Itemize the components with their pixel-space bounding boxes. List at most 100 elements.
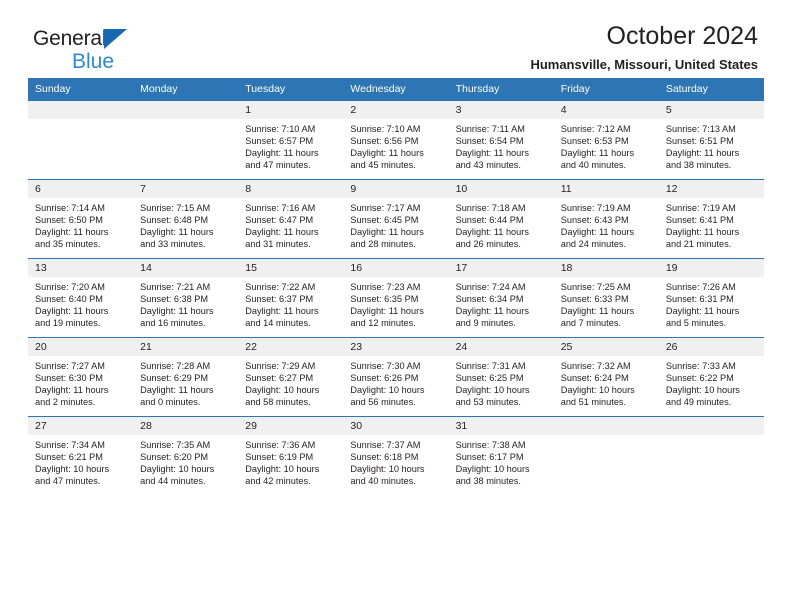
daylight-text-line2: and 51 minutes. [560, 397, 627, 408]
day-number: 15 [238, 259, 344, 277]
daylight-text-line1: Daylight: 11 hours [665, 227, 740, 238]
calendar-day-cell[interactable]: 9 Sunrise: 7:17 AM Sunset: 6:45 PM Daylight… [343, 179, 449, 259]
calendar-body: 1 Sunrise: 7:10 AM Sunset: 6:57 PM Daylight… [28, 100, 764, 495]
calendar-day-cell[interactable]: 13 Sunrise: 7:20 AM Sunset: 6:40 PM Dayligh… [28, 258, 134, 338]
sunrise-text: Sunrise: 7:14 AM [35, 203, 105, 213]
day-details: Sunrise: 7:10 AM Sunset: 6:57 PM Daylight:… [238, 119, 343, 171]
daylight-text-line1: Daylight: 11 hours [560, 227, 635, 238]
day-number: 30 [343, 417, 449, 435]
calendar-day-cell[interactable]: 24 Sunrise: 7:31 AM Sunset: 6:25 PM Dayligh… [448, 337, 554, 417]
daylight-text-line2: and 45 minutes. [350, 160, 416, 171]
calendar-day-cell[interactable]: 28 Sunrise: 7:35 AM Sunset: 6:20 PM Dayligh… [133, 416, 239, 495]
daylight-text-line2: and 26 minutes. [455, 239, 521, 250]
daylight-text-line1: Daylight: 11 hours [350, 306, 424, 317]
calendar-day-cell[interactable]: 23 Sunrise: 7:30 AM Sunset: 6:26 PM Dayligh… [343, 337, 449, 417]
calendar-day-cell[interactable]: 11 Sunrise: 7:19 AM Sunset: 6:43 PM Dayligh… [553, 179, 659, 259]
sunset-text: Sunset: 6:25 PM [455, 373, 524, 384]
calendar-day-cell[interactable]: 14 Sunrise: 7:21 AM Sunset: 6:38 PM Dayligh… [133, 258, 239, 338]
daylight-text-line2: and 2 minutes. [35, 397, 96, 408]
calendar-day-cell-empty [28, 100, 134, 180]
day-number: 11 [553, 180, 659, 198]
day-number: 25 [553, 338, 659, 356]
calendar-day-cell[interactable]: 30 Sunrise: 7:37 AM Sunset: 6:18 PM Dayligh… [343, 416, 449, 495]
day-number: 19 [658, 259, 764, 277]
sunset-text: Sunset: 6:30 PM [35, 373, 103, 384]
sunrise-text: Sunrise: 7:38 AM [455, 440, 526, 450]
calendar-day-cell[interactable]: 12 Sunrise: 7:19 AM Sunset: 6:41 PM Dayligh… [658, 179, 764, 259]
sunrise-text: Sunrise: 7:36 AM [245, 440, 316, 450]
daylight-text-line2: and 43 minutes. [455, 160, 521, 171]
calendar-day-cell[interactable]: 29 Sunrise: 7:36 AM Sunset: 6:19 PM Dayligh… [238, 416, 344, 495]
sunset-text: Sunset: 6:19 PM [245, 452, 314, 463]
weekday-header-sunday: Sunday [28, 78, 134, 101]
daylight-text-line1: Daylight: 10 hours [560, 385, 635, 396]
sunrise-text: Sunrise: 7:20 AM [35, 282, 105, 292]
daylight-text-line1: Daylight: 11 hours [350, 227, 424, 238]
day-details: Sunrise: 7:27 AM Sunset: 6:30 PM Daylight:… [28, 356, 133, 408]
daylight-text-line2: and 24 minutes. [560, 239, 627, 250]
calendar-day-cell[interactable]: 18 Sunrise: 7:25 AM Sunset: 6:33 PM Dayligh… [553, 258, 659, 338]
day-number: 13 [28, 259, 134, 277]
calendar-week-row: 27 Sunrise: 7:34 AM Sunset: 6:21 PM Dayligh… [28, 416, 764, 495]
sunrise-text: Sunrise: 7:12 AM [560, 124, 631, 134]
sunrise-text: Sunrise: 7:24 AM [455, 282, 526, 292]
day-details: Sunrise: 7:32 AM Sunset: 6:24 PM Daylight:… [554, 356, 659, 408]
calendar-day-cell[interactable]: 7 Sunrise: 7:15 AM Sunset: 6:48 PM Daylight… [133, 179, 239, 259]
calendar-day-cell[interactable]: 21 Sunrise: 7:28 AM Sunset: 6:29 PM Dayligh… [133, 337, 239, 417]
sunset-text: Sunset: 6:54 PM [455, 136, 524, 147]
day-number: 16 [343, 259, 449, 277]
calendar-day-cell[interactable]: 4 Sunrise: 7:12 AM Sunset: 6:53 PM Daylight… [553, 100, 659, 180]
calendar-day-cell[interactable]: 17 Sunrise: 7:24 AM Sunset: 6:34 PM Dayligh… [448, 258, 554, 338]
daylight-text-line2: and 35 minutes. [35, 239, 101, 250]
daylight-text-line1: Daylight: 11 hours [140, 227, 214, 238]
calendar-day-cell[interactable]: 26 Sunrise: 7:33 AM Sunset: 6:22 PM Dayligh… [658, 337, 764, 417]
calendar-week-row: 6 Sunrise: 7:14 AM Sunset: 6:50 PM Daylight… [28, 179, 764, 259]
daylight-text-line1: Daylight: 10 hours [350, 385, 425, 396]
sunset-text: Sunset: 6:22 PM [665, 373, 734, 384]
daylight-text-line2: and 44 minutes. [140, 476, 206, 487]
calendar-day-cell[interactable]: 2 Sunrise: 7:10 AM Sunset: 6:56 PM Daylight… [343, 100, 449, 180]
calendar-day-cell[interactable]: 5 Sunrise: 7:13 AM Sunset: 6:51 PM Daylight… [658, 100, 764, 180]
calendar-day-cell[interactable]: 22 Sunrise: 7:29 AM Sunset: 6:27 PM Dayligh… [238, 337, 344, 417]
day-number: 1 [238, 101, 344, 119]
calendar-day-cell[interactable]: 3 Sunrise: 7:11 AM Sunset: 6:54 PM Daylight… [448, 100, 554, 180]
general-blue-logo[interactable]: General Blue [33, 28, 213, 80]
calendar-day-cell-empty [658, 416, 764, 495]
daylight-text-line2: and 31 minutes. [245, 239, 311, 250]
sunset-text: Sunset: 6:20 PM [140, 452, 209, 463]
calendar-day-cell[interactable]: 6 Sunrise: 7:14 AM Sunset: 6:50 PM Daylight… [28, 179, 134, 259]
calendar-day-cell[interactable]: 15 Sunrise: 7:22 AM Sunset: 6:37 PM Dayligh… [238, 258, 344, 338]
day-number [658, 417, 764, 435]
sunrise-text: Sunrise: 7:34 AM [35, 440, 105, 450]
calendar-day-cell[interactable]: 10 Sunrise: 7:18 AM Sunset: 6:44 PM Dayligh… [448, 179, 554, 259]
daylight-text-line1: Daylight: 10 hours [245, 385, 320, 396]
day-details: Sunrise: 7:33 AM Sunset: 6:22 PM Daylight:… [659, 356, 764, 408]
sunset-text: Sunset: 6:18 PM [350, 452, 419, 463]
sunset-text: Sunset: 6:31 PM [665, 294, 734, 305]
daylight-text-line1: Daylight: 11 hours [140, 385, 214, 396]
daylight-text-line1: Daylight: 11 hours [140, 306, 214, 317]
calendar-day-cell[interactable]: 20 Sunrise: 7:27 AM Sunset: 6:30 PM Dayligh… [28, 337, 134, 417]
sunset-text: Sunset: 6:40 PM [35, 294, 103, 305]
daylight-text-line1: Daylight: 11 hours [455, 148, 529, 159]
calendar-day-cell[interactable]: 25 Sunrise: 7:32 AM Sunset: 6:24 PM Dayligh… [553, 337, 659, 417]
sunset-text: Sunset: 6:29 PM [140, 373, 209, 384]
daylight-text-line2: and 49 minutes. [665, 397, 732, 408]
day-details: Sunrise: 7:14 AM Sunset: 6:50 PM Daylight:… [28, 198, 133, 250]
calendar-day-cell[interactable]: 1 Sunrise: 7:10 AM Sunset: 6:57 PM Daylight… [238, 100, 344, 180]
sunrise-text: Sunrise: 7:28 AM [140, 361, 211, 371]
calendar-day-cell[interactable]: 27 Sunrise: 7:34 AM Sunset: 6:21 PM Dayligh… [28, 416, 134, 495]
day-number: 21 [133, 338, 239, 356]
sunset-text: Sunset: 6:43 PM [560, 215, 629, 226]
calendar-day-cell[interactable]: 31 Sunrise: 7:38 AM Sunset: 6:17 PM Dayligh… [448, 416, 554, 495]
logo-triangle-icon [104, 29, 128, 49]
day-number: 24 [448, 338, 554, 356]
calendar-day-cell[interactable]: 19 Sunrise: 7:26 AM Sunset: 6:31 PM Dayligh… [658, 258, 764, 338]
calendar-day-cell[interactable]: 16 Sunrise: 7:23 AM Sunset: 6:35 PM Dayligh… [343, 258, 449, 338]
day-number: 14 [133, 259, 239, 277]
daylight-text-line1: Daylight: 11 hours [455, 227, 529, 238]
sunset-text: Sunset: 6:27 PM [245, 373, 314, 384]
calendar-day-cell[interactable]: 8 Sunrise: 7:16 AM Sunset: 6:47 PM Daylight… [238, 179, 344, 259]
daylight-text-line2: and 47 minutes. [245, 160, 311, 171]
daylight-text-line2: and 58 minutes. [245, 397, 311, 408]
